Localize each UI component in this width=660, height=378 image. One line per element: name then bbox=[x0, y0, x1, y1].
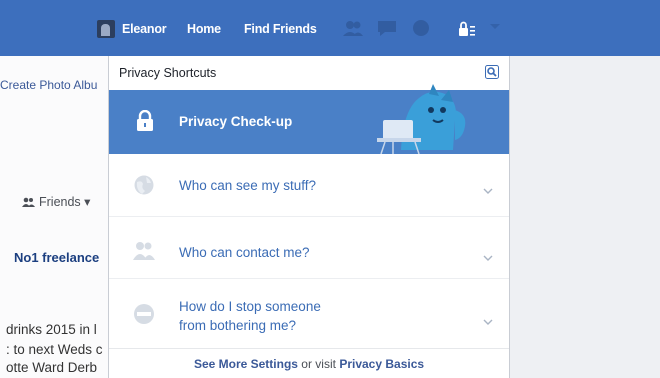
privacy-basics-link[interactable]: Privacy Basics bbox=[339, 357, 424, 371]
globe-icon bbox=[133, 174, 155, 196]
stop-bothering-label-line2: from bothering me? bbox=[179, 318, 297, 333]
dropdown-title: Privacy Shortcuts bbox=[119, 66, 217, 80]
right-page-area bbox=[510, 56, 660, 378]
post-text-line: : to next Weds c bbox=[6, 342, 103, 357]
block-icon bbox=[133, 303, 155, 325]
lock-icon bbox=[135, 109, 155, 132]
privacy-checkup-label: Privacy Check-up bbox=[179, 114, 293, 129]
see-more-settings-link[interactable]: See More Settings bbox=[194, 357, 298, 371]
chevron-down-icon bbox=[483, 249, 493, 261]
stop-bothering-row[interactable]: How do I stop someone from bothering me? bbox=[109, 278, 509, 349]
people-icon bbox=[133, 239, 155, 261]
who-can-see-row[interactable]: Who can see my stuff? bbox=[109, 154, 509, 216]
top-nav-bar: Eleanor Home Find Friends bbox=[0, 0, 660, 56]
who-can-see-label: Who can see my stuff? bbox=[179, 178, 317, 193]
chevron-down-icon bbox=[483, 182, 493, 194]
profile-avatar[interactable] bbox=[97, 20, 115, 38]
dropdown-footer: See More Settings or visit Privacy Basic… bbox=[109, 348, 509, 378]
friends-button[interactable]: Friends ▾ bbox=[22, 194, 90, 209]
footer-text: or visit bbox=[297, 357, 340, 371]
stop-bothering-label-line1: How do I stop someone bbox=[179, 299, 321, 314]
search-icon[interactable] bbox=[485, 65, 499, 79]
privacy-shortcuts-dropdown: Privacy Shortcuts Privacy Check-up Who c… bbox=[108, 56, 510, 378]
privacy-checkup-button[interactable]: Privacy Check-up bbox=[109, 84, 509, 155]
account-menu-caret[interactable] bbox=[490, 24, 500, 29]
nav-find-friends-link[interactable]: Find Friends bbox=[244, 22, 317, 36]
privacy-dinosaur-illustration bbox=[371, 80, 481, 155]
chevron-down-icon bbox=[483, 313, 493, 325]
freelance-post-title[interactable]: No1 freelance bbox=[14, 250, 99, 265]
friends-icon bbox=[22, 196, 35, 207]
post-text-line: otte Ward Derb bbox=[6, 360, 98, 375]
messages-icon[interactable] bbox=[376, 19, 398, 37]
stop-bothering-label: How do I stop someone from bothering me? bbox=[179, 297, 321, 335]
create-photo-album-link[interactable]: Create Photo Albu bbox=[0, 78, 97, 92]
who-can-contact-row[interactable]: Who can contact me? bbox=[109, 216, 509, 279]
notifications-icon[interactable] bbox=[410, 19, 432, 37]
friend-requests-icon[interactable] bbox=[342, 19, 364, 37]
post-text-line: drinks 2015 in l bbox=[6, 322, 97, 337]
nav-profile-name[interactable]: Eleanor bbox=[122, 22, 167, 36]
privacy-shortcuts-icon[interactable] bbox=[456, 20, 476, 38]
friends-button-label: Friends bbox=[39, 195, 81, 209]
nav-home-link[interactable]: Home bbox=[187, 22, 221, 36]
who-can-contact-label: Who can contact me? bbox=[179, 245, 310, 260]
